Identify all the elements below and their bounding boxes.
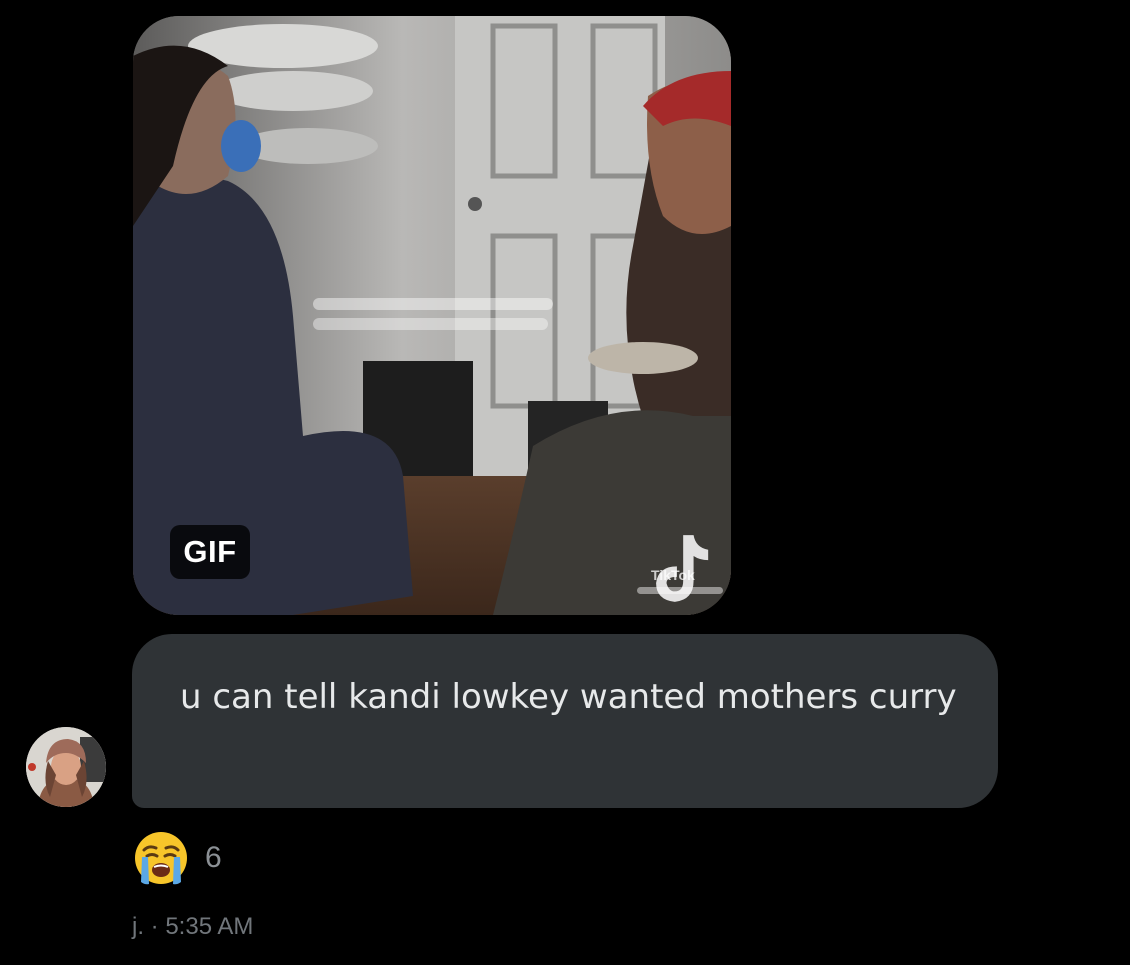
reaction-count: 6 xyxy=(205,841,222,874)
gif-media[interactable]: GIF TikTok xyxy=(133,16,731,615)
avatar-image xyxy=(26,727,106,807)
message-meta: j. · 5:35 AM xyxy=(132,913,254,940)
reaction-chip[interactable]: 6 xyxy=(133,830,222,886)
gif-badge: GIF xyxy=(170,525,250,579)
sender-avatar[interactable] xyxy=(26,727,106,807)
loudly-crying-face-icon xyxy=(135,832,187,885)
tiktok-handle-blur xyxy=(637,587,723,594)
tiktok-watermark: TikTok xyxy=(633,531,725,606)
tiktok-label: TikTok xyxy=(651,567,695,583)
message-text: u can tell kandi lowkey wanted mothers c… xyxy=(180,677,957,717)
message-bubble[interactable]: u can tell kandi lowkey wanted mothers c… xyxy=(132,634,998,808)
